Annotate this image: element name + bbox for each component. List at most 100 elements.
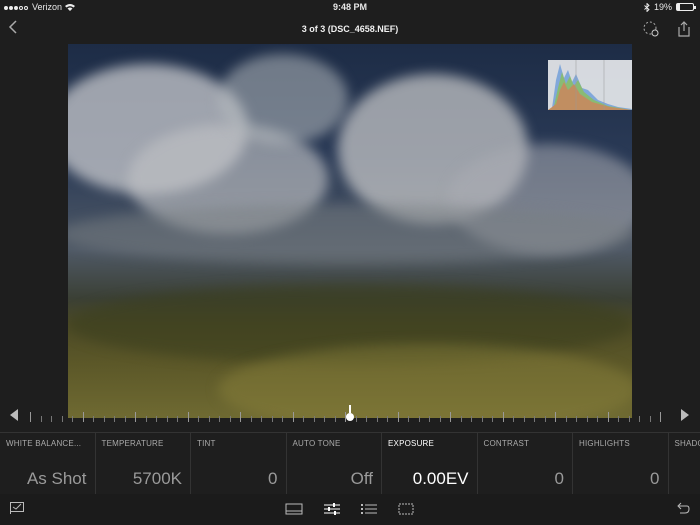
adjust-white-balance[interactable]: WHITE BALANCE... As Shot <box>0 433 96 494</box>
adjust-value: 0 <box>554 469 564 488</box>
bluetooth-icon <box>644 2 650 12</box>
adjust-value: 0.00EV <box>412 469 469 488</box>
adjust-exposure[interactable]: EXPOSURE 0.00EV <box>382 433 478 494</box>
slider-tick <box>282 416 283 422</box>
slider-tick <box>82 412 84 422</box>
slider-tick <box>366 416 367 422</box>
slider-tick <box>387 416 388 422</box>
slider-tick <box>124 416 126 422</box>
slider-tick <box>586 416 588 422</box>
share-icon <box>678 21 690 37</box>
slider-tick <box>544 416 546 422</box>
slider-tick <box>618 416 619 422</box>
slider-tick <box>166 416 168 422</box>
slider-tick <box>30 412 31 422</box>
slider-tick <box>219 416 220 422</box>
slider-tick <box>513 416 514 422</box>
flag-button[interactable] <box>10 501 28 515</box>
slider-tick <box>439 416 441 422</box>
triangle-left-icon <box>10 409 18 421</box>
slider-tick <box>649 416 651 422</box>
slider-tick <box>103 416 105 422</box>
histogram[interactable] <box>548 60 632 110</box>
slider-tick <box>187 412 189 422</box>
slider-tick <box>271 416 273 422</box>
cloud-band <box>68 204 632 264</box>
status-time: 9:48 PM <box>332 2 367 12</box>
adjust-value: Off <box>350 469 373 488</box>
histogram-graph <box>548 60 632 110</box>
slider-tick <box>628 416 630 422</box>
adjust-tint[interactable]: TINT 0 <box>191 433 287 494</box>
slider-tick <box>93 416 94 422</box>
slider-tick <box>292 412 294 422</box>
slider-knob[interactable] <box>346 405 354 421</box>
slider-tick <box>492 416 493 422</box>
filmstrip-icon <box>285 503 303 515</box>
triangle-right-icon <box>681 409 689 421</box>
slider-tick <box>502 412 504 422</box>
slider-tick <box>481 416 483 422</box>
slider-tick <box>303 416 304 422</box>
slider-tick <box>40 416 42 422</box>
status-bar: Verizon 9:48 PM 19% <box>0 0 700 14</box>
sliders-icon <box>324 503 340 515</box>
presets-button[interactable] <box>360 502 378 516</box>
adjust-label: SHADO <box>674 439 700 448</box>
adjust-value: 5700K <box>132 469 182 488</box>
slider-tick <box>565 416 567 422</box>
cloud-shape <box>218 54 348 144</box>
slider-tick <box>576 416 577 422</box>
slider-tick <box>639 416 640 422</box>
slider-tick <box>114 416 115 422</box>
slider-tick <box>177 416 178 422</box>
slider-tick <box>313 416 315 422</box>
adjust-temperature[interactable]: TEMPERATURE 5700K <box>96 433 191 494</box>
adjust-label: TEMPERATURE <box>101 439 164 448</box>
slider-tick <box>51 416 52 422</box>
crop-icon <box>398 503 414 515</box>
adjust-value: 0 <box>650 469 660 488</box>
adjust-value: As Shot <box>26 469 87 488</box>
crop-rotate-button[interactable] <box>642 20 660 38</box>
adjust-contrast[interactable]: CONTRAST 0 <box>478 433 573 494</box>
increase-button[interactable] <box>680 409 689 424</box>
adjust-shadows[interactable]: SHADO <box>669 433 700 494</box>
share-button[interactable] <box>676 20 694 38</box>
slider-tick <box>607 412 609 422</box>
slider-tick <box>418 416 420 422</box>
slider-tick <box>145 416 147 422</box>
adjust-highlights[interactable]: HIGHLIGHTS 0 <box>573 433 669 494</box>
slider-tick <box>198 416 199 422</box>
nav-bar: 3 of 3 (DSC_4658.NEF) <box>0 14 700 44</box>
slider-tick <box>376 416 378 422</box>
crop-button[interactable] <box>397 502 415 516</box>
slider-tick <box>135 412 136 422</box>
adjust-label: TINT <box>197 439 216 448</box>
battery-percent: 19% <box>653 2 672 12</box>
adjust-auto-tone[interactable]: AUTO TONE Off <box>287 433 382 494</box>
slider-tick <box>429 416 430 422</box>
slider-tick <box>660 412 661 422</box>
slider-tick <box>450 412 451 422</box>
decrease-button[interactable] <box>10 409 19 424</box>
slider-tick <box>408 416 409 422</box>
slider-tick <box>61 416 63 422</box>
photo-canvas[interactable] <box>68 44 632 418</box>
adjust-label: CONTRAST <box>483 439 530 448</box>
status-right: 19% <box>644 2 696 12</box>
adjustments-button[interactable] <box>323 502 341 516</box>
battery-icon <box>676 3 696 11</box>
undo-button[interactable] <box>676 502 694 516</box>
slider-tick <box>72 416 73 422</box>
slider-tick <box>250 416 252 422</box>
adjust-value: 0 <box>268 469 278 488</box>
slider-tick <box>229 416 231 422</box>
slider-tick <box>597 416 598 422</box>
filmstrip-button[interactable] <box>285 502 303 516</box>
bottom-toolbar <box>0 494 700 525</box>
slider-tick <box>555 412 556 422</box>
dashed-circle-icon <box>643 21 659 37</box>
exposure-slider[interactable] <box>0 405 700 429</box>
slider-tick <box>240 412 241 422</box>
